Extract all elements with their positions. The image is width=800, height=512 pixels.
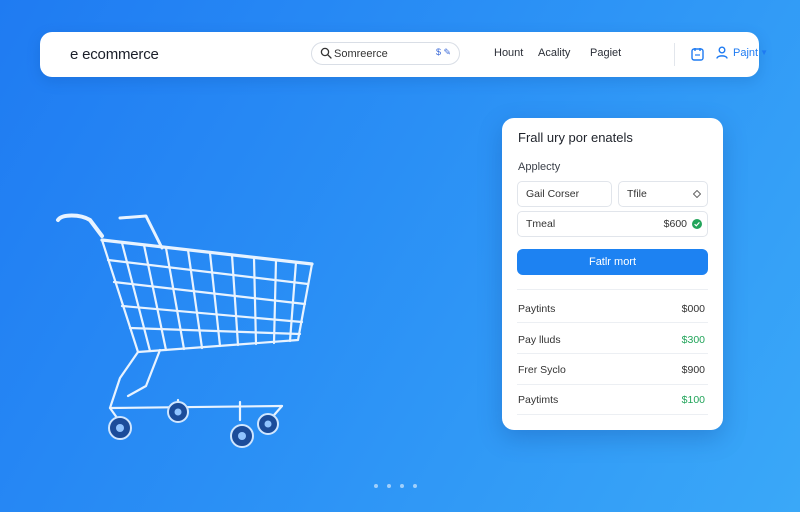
section-label: Applecty [518, 161, 561, 173]
search-extra-icons[interactable]: $ ✎ [436, 47, 451, 58]
line-item-value: $000 [681, 303, 705, 315]
divider [517, 289, 708, 290]
carousel-dots [374, 484, 426, 488]
line-item-value: $100 [681, 394, 705, 406]
total-label: Tmeal [526, 218, 556, 230]
divider [517, 322, 708, 323]
top-navbar: e ecommerce $ ✎ Hount Acality Pagiet Paj… [40, 32, 768, 77]
panel-title: Frall ury por enatels [518, 130, 633, 145]
chevron-down-icon: ▼ [760, 48, 768, 57]
user-label: Pajnt [733, 46, 759, 59]
card-field-value: Gail Corser [526, 188, 580, 200]
line-item-label: Paytints [518, 303, 556, 315]
carousel-dot[interactable] [413, 484, 417, 488]
line-item-label: Pay lluds [518, 334, 561, 346]
divider [517, 353, 708, 354]
check-circle-icon [692, 219, 702, 229]
card-field[interactable]: Gail Corser [517, 181, 612, 207]
divider [517, 384, 708, 385]
checkout-panel: Frall ury por enatels Applecty Gail Cors… [502, 118, 723, 430]
search-input[interactable] [334, 45, 430, 62]
nav-link-hount[interactable]: Hount [494, 47, 523, 59]
nav-divider [674, 43, 675, 66]
line-item-label: Paytimts [518, 394, 559, 406]
search-icon [320, 47, 332, 59]
user-icon [716, 46, 728, 59]
carousel-dot[interactable] [374, 484, 378, 488]
total-value: $600 [663, 218, 687, 230]
nav-link-acality[interactable]: Acality [538, 47, 570, 59]
shopping-cart-illustration [56, 213, 314, 448]
user-menu[interactable]: Pajnt ▼ [716, 46, 768, 59]
carousel-dot[interactable] [400, 484, 404, 488]
total-row: Tmeal $600 [517, 211, 708, 237]
line-item-value: $900 [681, 364, 705, 376]
diamond-icon [693, 190, 701, 198]
option-select-value: Tfile [627, 188, 647, 200]
divider [517, 414, 708, 415]
line-item-value: $300 [681, 334, 705, 346]
carousel-dot[interactable] [387, 484, 391, 488]
cart-icon[interactable] [691, 47, 704, 61]
search-box[interactable]: $ ✎ [311, 42, 460, 65]
primary-action-button[interactable]: Fatlr mort [517, 249, 708, 275]
brand-logo[interactable]: e ecommerce [70, 46, 159, 63]
nav-link-pagiet[interactable]: Pagiet [590, 47, 621, 59]
line-item-label: Frer Syclo [518, 364, 566, 376]
option-select[interactable]: Tfile [618, 181, 708, 207]
